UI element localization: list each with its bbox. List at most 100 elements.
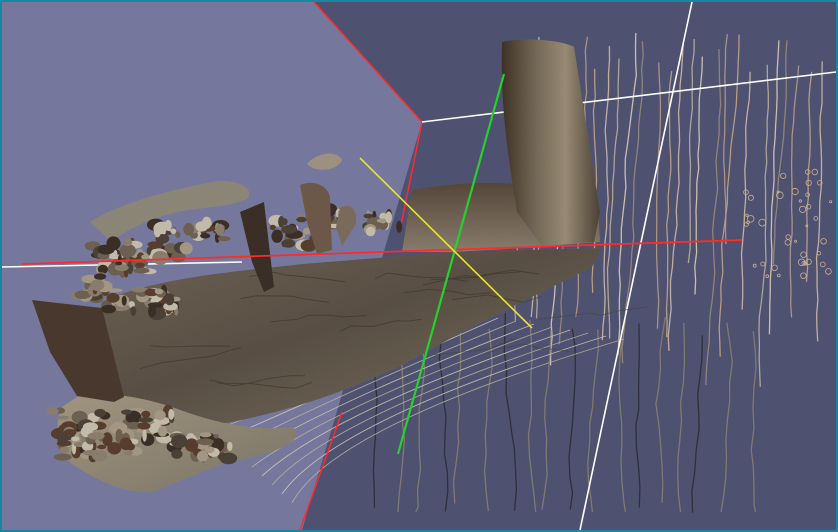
rubble-blob	[175, 231, 181, 239]
scan-point	[776, 273, 781, 278]
rubble-blob	[71, 436, 80, 442]
scan-line	[718, 34, 740, 357]
rubble-blob	[56, 415, 70, 420]
rubble-blob	[195, 221, 209, 232]
scan-point	[747, 194, 754, 201]
scan-line	[694, 56, 703, 295]
scan-point	[765, 274, 770, 279]
rubble-blob	[396, 220, 403, 233]
scan-point	[744, 222, 749, 227]
rubble-blob	[97, 244, 115, 255]
scan-point	[745, 213, 749, 217]
rubble-blob	[97, 444, 107, 450]
rubble-blob	[114, 264, 129, 272]
scan-line	[438, 318, 449, 512]
rubble-blob	[219, 452, 238, 465]
rubble-blob	[94, 273, 107, 280]
scan-point	[746, 220, 750, 225]
scan-point	[829, 200, 833, 204]
scan-line	[750, 331, 757, 513]
rubble-blob	[269, 224, 276, 231]
rubble-blob	[130, 306, 137, 317]
rubble-blob	[164, 293, 175, 306]
rubble-blob	[138, 417, 153, 423]
scan-point	[752, 263, 757, 268]
scan-point	[813, 216, 819, 221]
viewport-frame	[0, 0, 838, 532]
scan-point	[819, 261, 826, 268]
scan-line	[452, 309, 463, 504]
rubble-blob	[90, 279, 105, 292]
rubble-blob	[115, 261, 123, 266]
rubble-blob	[53, 453, 72, 461]
floor-crack	[538, 306, 649, 320]
scan-point	[785, 234, 791, 240]
rubble-blob	[122, 238, 133, 247]
rubble-blob	[141, 410, 151, 418]
rubble-blob	[148, 304, 157, 317]
rubble-blob	[171, 449, 183, 459]
rubble-blob	[106, 292, 120, 303]
rubble-blob	[281, 218, 288, 226]
scan-line	[691, 335, 703, 513]
scan-line	[772, 40, 788, 265]
scan-line	[483, 328, 493, 512]
scan-point	[798, 199, 803, 203]
scan-point	[800, 272, 807, 279]
rubble-blob	[121, 295, 127, 306]
rubble-blob	[217, 236, 231, 242]
scan-point	[820, 238, 827, 245]
rubble-blob	[168, 408, 175, 420]
boundary-line-top	[421, 71, 836, 123]
rubble-blob	[141, 254, 147, 260]
rubble-blob	[123, 450, 133, 456]
rubble-blob	[135, 262, 145, 267]
scan-point	[784, 239, 791, 246]
scan-line	[655, 316, 666, 503]
scan-line	[677, 322, 686, 513]
scan-line	[527, 319, 537, 513]
scan-point	[780, 172, 787, 179]
rubble-blob	[196, 438, 214, 446]
rubble-blob	[200, 233, 211, 239]
rubble-blob	[197, 450, 209, 462]
rubble-blob	[153, 224, 162, 238]
rubble-blob	[171, 434, 188, 449]
scan-line	[687, 38, 695, 264]
scan-point	[798, 205, 807, 213]
scan-line	[789, 65, 800, 318]
rubble-blob	[59, 446, 69, 454]
scan-point	[811, 168, 818, 176]
rubble-blob	[94, 408, 106, 418]
scan-point	[800, 251, 807, 258]
rubble-blob	[281, 225, 298, 234]
3d-viewport[interactable]	[2, 2, 836, 530]
rubble-blob	[213, 434, 219, 439]
scan-line	[815, 61, 823, 342]
rubble-blob	[121, 409, 133, 415]
rubble-blob	[271, 229, 283, 243]
scan-point	[760, 261, 766, 267]
rubble-blob	[133, 267, 150, 274]
scan-point	[825, 268, 832, 275]
rubble-blob	[227, 441, 233, 451]
scan-line	[667, 42, 684, 351]
rubble-blob	[82, 449, 101, 456]
scan-line	[415, 332, 426, 513]
rubble-blob	[154, 410, 166, 421]
scan-point	[758, 218, 767, 227]
rubble-blob	[365, 226, 376, 237]
rubble-blob	[46, 407, 59, 415]
rubble-blob	[152, 251, 169, 265]
scan-point	[771, 264, 778, 271]
rubble-blob	[179, 242, 193, 255]
rubble-blob	[101, 304, 116, 314]
rubble-blob	[87, 432, 105, 440]
rubble-blob	[281, 239, 296, 248]
rubble-blob	[126, 443, 135, 451]
scan-line	[740, 71, 751, 310]
scan-line	[720, 322, 733, 513]
rubble-blob	[199, 432, 212, 438]
scan-line	[805, 71, 813, 282]
rubble-blob	[108, 427, 118, 432]
